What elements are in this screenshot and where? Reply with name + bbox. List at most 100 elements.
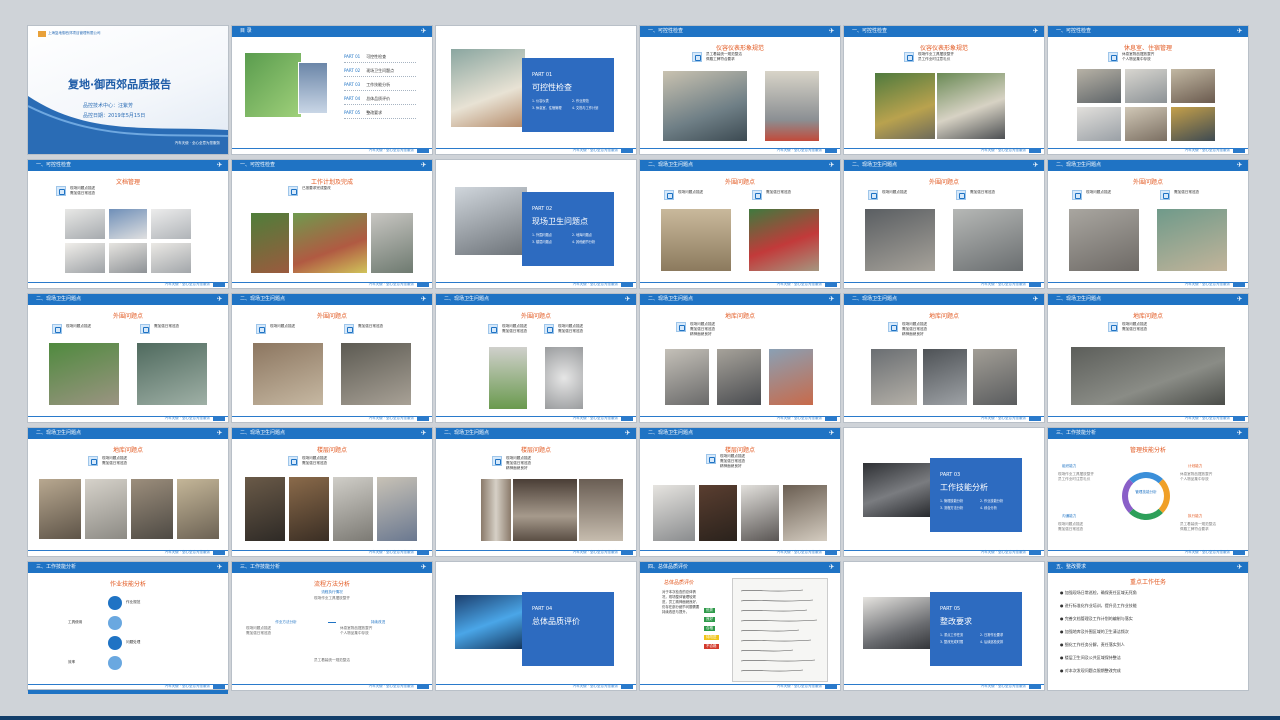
- photo: [1070, 346, 1226, 406]
- bullet-icon: [752, 190, 762, 200]
- slide-header: 二、现场卫生问题点: [232, 428, 432, 439]
- slide-floor-2[interactable]: 二、现场卫生问题点 ✈ 楼层问题点 现场问题点描述 需加强日常巡查 精神面貌良好 汽…: [436, 428, 636, 556]
- slide-header: 一、可控性检查: [640, 26, 840, 37]
- slide-rest[interactable]: 一、可控性检查 ✈ 休息室、住宿管理 休息室物品摆放整齐 个人物品集中存放 汽车天…: [1048, 26, 1248, 154]
- flow-box-text: 现场问题点描述 需加强日常巡查: [246, 626, 272, 635]
- photo: [288, 476, 330, 542]
- bullet-list: 现场问题点描述 需加强日常巡查: [1122, 322, 1148, 331]
- slide-header: 二、现场卫生问题点: [436, 428, 636, 439]
- slide-part-01[interactable]: PART 01 可控性检查 1. 仪容仪表 2. 作业规范 3. 休息室、住宿管…: [436, 26, 636, 154]
- bullet-list: 现场问题点描述 需加强日常巡查: [302, 456, 328, 465]
- footer-note: 汽车天使 · 全心全意为您服务: [368, 550, 414, 554]
- photo: [698, 484, 738, 542]
- slide-part-04[interactable]: PART 04 总体品质评价 汽车天使 · 全心全意为您服务: [436, 562, 636, 690]
- logo-icon: ✈: [624, 429, 631, 437]
- slide-floor-3[interactable]: 二、现场卫生问题点 ✈ 楼层问题点 现场问题点描述 需加强日常巡查 精神面貌良好 汽…: [640, 428, 840, 556]
- part-item: 4. 后续巡检安排: [980, 640, 1004, 644]
- photo: [652, 484, 696, 542]
- slide-work[interactable]: 三、工作技能分析 ✈ 作业技能分析 作业规范 工具使用 问题处理 效率 汽车天使…: [28, 562, 228, 690]
- part-number: PART 04: [532, 606, 553, 612]
- slide-title: 地库问题点: [1132, 313, 1163, 320]
- photo: [874, 72, 936, 140]
- bullet-list: 现场问题点描述 需加强日常巡查 精神面貌良好: [506, 456, 532, 470]
- skill-label: 计划能力: [1188, 464, 1203, 468]
- bullet-list: 现场问题点描述 需加强日常巡查 精神面貌良好: [720, 454, 746, 468]
- slide-garage-3[interactable]: 二、现场卫生问题点 ✈ 地库问题点 现场问题点描述 需加强日常巡查 汽车天使 · …: [1048, 294, 1248, 422]
- slide-title: 总体品质评价: [664, 580, 695, 586]
- toc-item[interactable]: PART 02 现场卫生问题点: [344, 68, 394, 74]
- footer-note: 汽车天使 · 全心全意为您服务: [368, 684, 414, 688]
- slide-header: 目 录: [232, 26, 432, 37]
- part-panel: PART 05 整改要求 1. 重点工作任务 2. 日常作业要求 3. 整改完成…: [930, 592, 1022, 666]
- part-item: 2. 作业技能分析: [980, 499, 1004, 503]
- photo: [660, 208, 732, 272]
- slide-uniform[interactable]: 一、可控性检查 ✈ 仪容仪表形象规范 员工着装统一规范整洁 佩戴工牌符合要求 汽车…: [640, 26, 840, 154]
- bullet-icon: [664, 190, 674, 200]
- part-number: PART 03: [940, 472, 961, 478]
- slide-cover[interactable]: 上海复地御西郊项目管理有限公司 复地·御西郊品质报告 品控技术中心：汪紫芳 品控…: [28, 26, 228, 154]
- slide-title: 楼层问题点: [520, 447, 551, 454]
- photo: [544, 346, 584, 410]
- slide-outer-2[interactable]: 二、现场卫生问题点 ✈ 外围问题点 现场问题点描述 需加强日常巡查 汽车天使 ·…: [844, 160, 1044, 288]
- slide-garage-4[interactable]: 二、现场卫生问题点 ✈ 地库问题点 现场问题点描述 需加强日常巡查 汽车天使 · …: [28, 428, 228, 556]
- part-number: PART 05: [940, 606, 961, 612]
- bullet-icon: [492, 456, 502, 466]
- slide-garage-1[interactable]: 二、现场卫生问题点 ✈ 地库问题点 现场问题点描述 需加强日常巡查 精神面貌良好 汽…: [640, 294, 840, 422]
- logo-icon: ✈: [624, 295, 631, 303]
- slide-outer-5[interactable]: 二、现场卫生问题点 ✈ 外围问题点 现场问题点描述 需加强日常巡查 汽车天使 ·…: [232, 294, 432, 422]
- photo: [244, 476, 286, 542]
- slide-garage-2[interactable]: 二、现场卫生问题点 ✈ 地库问题点 现场问题点描述 需加强日常巡查 精神面貌良好 汽…: [844, 294, 1044, 422]
- photo: [1156, 208, 1228, 272]
- slide-doc[interactable]: 一、可控性检查 ✈ 文档管理 现场问题点描述 需加强日常巡查 汽车天使 · 全心全…: [28, 160, 228, 288]
- slide-outer-6[interactable]: 二、现场卫生问题点 ✈ 外围问题点 现场问题点描述 需加强日常巡查 现场问题点描述…: [436, 294, 636, 422]
- photo: [716, 348, 762, 406]
- slide-part-02[interactable]: PART 02 现场卫生问题点 1. 外围问题点 2. 地库问题点 3. 楼层问…: [436, 160, 636, 288]
- skill-ring: [1122, 472, 1170, 520]
- logo-icon: ✈: [1236, 161, 1243, 169]
- slide-outer-4[interactable]: 二、现场卫生问题点 ✈ 外围问题点 现场问题点描述 需加强日常巡查 汽车天使 ·…: [28, 294, 228, 422]
- bullet-list: 现场问题点描述: [1086, 190, 1112, 194]
- bullet-list: 休息室物品摆放整齐 个人物品集中存放: [1122, 52, 1155, 61]
- slide-header: 二、现场卫生问题点: [28, 294, 228, 305]
- slide-toc[interactable]: 目 录 ✈ PART 01 可控性检查 PART 02 现场卫生问题点 PART 0…: [232, 26, 432, 154]
- slide-key-tasks[interactable]: 五、整改要求 ✈ 重点工作任务 ● 加强现场日常巡检，确保责任区域无死角 ● 进…: [1048, 562, 1248, 690]
- cover-line-2: 品控日期：2019年5月15日: [83, 113, 146, 119]
- slide-header: 一、可控性检查: [28, 160, 228, 171]
- flow-box-title: 持续改进: [370, 620, 386, 624]
- part-title: 整改要求: [940, 617, 972, 626]
- slide-header: 二、现场卫生问题点: [640, 160, 840, 171]
- footer-note: 汽车天使 · 全心全意为您服务: [572, 148, 618, 152]
- flow-box-title: 流程执行情况: [321, 590, 343, 594]
- toc-item[interactable]: PART 01 可控性检查: [344, 54, 386, 60]
- photo: [332, 476, 374, 542]
- slide-part-03[interactable]: PART 03 工作技能分析 1. 管理技能分析 2. 作业技能分析 3. 流程…: [844, 428, 1044, 556]
- flow-box-text: 现场作业工具摆放整齐: [314, 596, 350, 600]
- toc-item[interactable]: PART 04 总体品质评价: [344, 96, 390, 102]
- toc-item[interactable]: PART 05 整改要求: [344, 110, 382, 116]
- slide-plan[interactable]: 一、可控性检查 ✈ 工作计划及完成 已按要求完成整改 汽车天使 · 全心全意为您…: [232, 160, 432, 288]
- footer-badge: [417, 283, 429, 287]
- slide-flow[interactable]: 三、工作技能分析 ✈ 流程方法分析 流程执行情况 现场作业工具摆放整齐 作业方法…: [232, 562, 432, 690]
- ring-center-label: 管理技能分析: [1135, 490, 1157, 494]
- slide-floor-1[interactable]: 二、现场卫生问题点 ✈ 楼层问题点 现场问题点描述 需加强日常巡查 汽车天使 · …: [232, 428, 432, 556]
- photo: [480, 478, 512, 542]
- logo-icon: ✈: [420, 161, 427, 169]
- slide-title: 外围问题点: [112, 313, 143, 320]
- slide-part-05[interactable]: PART 05 整改要求 1. 重点工作任务 2. 日常作业要求 3. 整改完成…: [844, 562, 1044, 690]
- slide-outer-1[interactable]: 二、现场卫生问题点 ✈ 外围问题点 现场问题点描述 需加强日常巡查 汽车天使 ·…: [640, 160, 840, 288]
- toc-item[interactable]: PART 03 工作技能分析: [344, 82, 390, 88]
- photo: [664, 348, 710, 406]
- slide-overall[interactable]: 四、总体品质评价 ✈ 总体品质评价 对于本次检查的总体情况，现场整体管理较规范，…: [640, 562, 840, 690]
- slide-uniform-2[interactable]: 一、可控性检查 ✈ 仪容仪表形象规范 现场作业工具摆放整齐 员工作业时注意礼仪 汽…: [844, 26, 1044, 154]
- slide-mgmt[interactable]: 三、工作技能分析 ✈ 管理技能分析 管理技能分析 组织能力 计划能力 沟通能力 …: [1048, 428, 1248, 556]
- part-item: 2. 地库问题点: [572, 233, 592, 237]
- skill-desc: 员工着装统一规范整洁 佩戴工牌符合要求: [1180, 522, 1216, 531]
- footer-badge: [417, 685, 429, 689]
- photo: [370, 212, 414, 274]
- photo: [136, 342, 208, 406]
- photo: [64, 208, 106, 240]
- slide-header: 二、现场卫生问题点: [28, 428, 228, 439]
- footer-badge: [621, 685, 633, 689]
- slide-outer-3[interactable]: 二、现场卫生问题点 ✈ 外围问题点 现场问题点描述 需加强日常巡查 汽车天使 ·…: [1048, 160, 1248, 288]
- logo-icon: ✈: [216, 563, 223, 571]
